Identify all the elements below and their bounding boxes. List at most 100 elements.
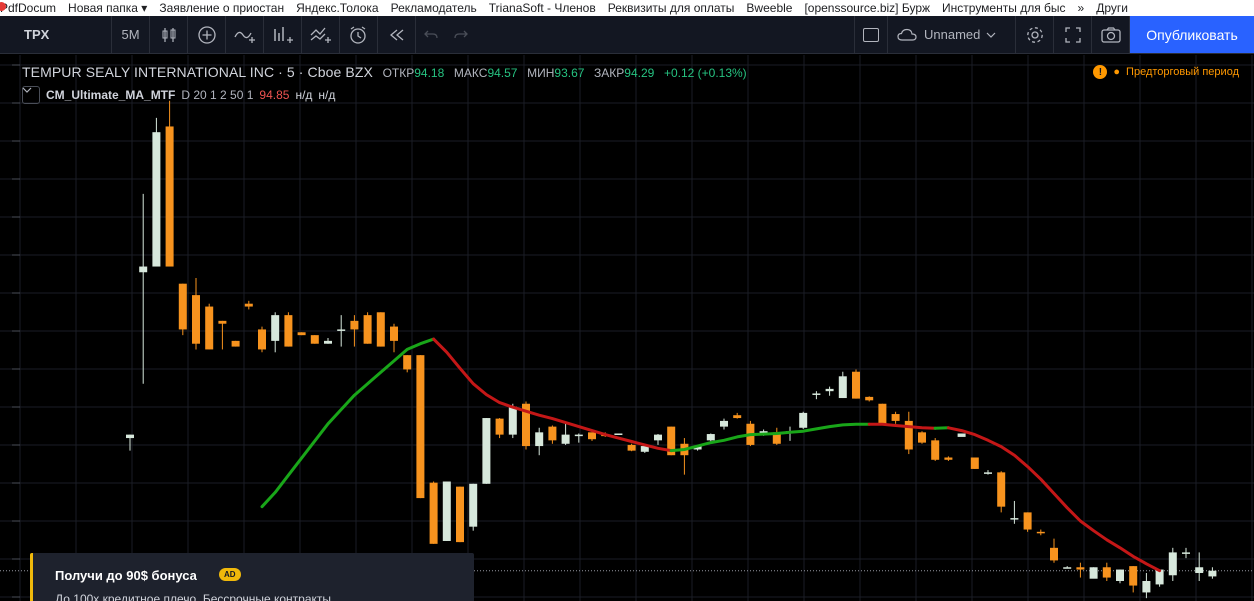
candle-up	[720, 420, 728, 427]
candle-down	[1129, 566, 1138, 586]
candle-down	[165, 126, 174, 267]
indicator-na-1: н/д	[295, 88, 313, 102]
close-value: 94.29	[624, 66, 655, 80]
bookmark-new-folder[interactable]: Новая папка ▾	[62, 0, 153, 16]
ma-line-red	[867, 422, 937, 430]
candle-up	[1063, 567, 1072, 569]
bookmark-yandex-toloka[interactable]: Яндекс.Толока	[290, 0, 385, 16]
candle-up	[126, 434, 134, 439]
gear-icon	[1026, 26, 1043, 43]
candle-down	[1023, 512, 1032, 530]
publish-button[interactable]: Опубликовать	[1130, 16, 1254, 53]
redo-button[interactable]	[446, 16, 476, 53]
exclamation-icon: !	[1093, 65, 1108, 79]
open-value: 94.18	[414, 66, 445, 80]
indicators-button[interactable]	[226, 16, 264, 53]
candle-down	[970, 457, 979, 469]
add-symbol-button[interactable]	[188, 16, 226, 53]
low-label: МИН	[527, 66, 555, 80]
alert-button[interactable]	[340, 16, 378, 53]
layout-button[interactable]	[854, 16, 888, 53]
fullscreen-button[interactable]	[1054, 16, 1092, 53]
bookmark-tools[interactable]: Инструменты для быс	[936, 0, 1072, 16]
bookmark-openssource[interactable]: [openssource.biz] Бурж	[798, 0, 936, 16]
bookmark-pdf[interactable]: PdfDocum	[0, 0, 62, 16]
candle-down	[627, 444, 636, 451]
market-status-dot: ●	[1113, 66, 1121, 78]
symbol-label: TPX	[24, 27, 50, 42]
candle-down	[1050, 547, 1058, 561]
layout-name-dropdown[interactable]: Unnamed	[888, 16, 1016, 53]
candle-down	[548, 426, 557, 441]
compare-button[interactable]	[302, 16, 340, 53]
symbol-search-button[interactable]: TPX	[0, 16, 112, 53]
candle-up	[324, 340, 332, 344]
tradingview-window: PdfDocum Новая папка ▾ Заявление о приос…	[0, 0, 1254, 601]
replay-icon	[389, 29, 403, 40]
bookmarks-overflow-button[interactable]: »	[1072, 0, 1091, 16]
bookmarks-bar: PdfDocum Новая папка ▾ Заявление о приос…	[0, 0, 1254, 16]
cloud-icon	[897, 28, 917, 41]
ma-line-green	[933, 426, 950, 430]
collapse-legend-button[interactable]	[22, 86, 40, 104]
templates-icon	[273, 26, 293, 43]
low-value: 93.67	[554, 66, 585, 80]
bookmark-other[interactable]: Други	[1090, 0, 1134, 16]
candle-up	[139, 266, 148, 273]
candle-up	[838, 376, 847, 399]
snapshot-button[interactable]	[1092, 16, 1130, 53]
candle-up	[1142, 580, 1151, 593]
redo-icon	[454, 30, 468, 38]
candle-down	[918, 432, 926, 443]
chart-toolbar: TPX 5M Unnamed Опубликовать	[0, 16, 1254, 54]
indicator-name[interactable]: CM_Ultimate_MA_MTF	[46, 88, 175, 102]
candle-down	[931, 440, 940, 460]
undo-button[interactable]	[416, 16, 446, 53]
candle-down	[310, 335, 319, 344]
candle-down	[588, 432, 596, 440]
symbol-title[interactable]: TEMPUR SEALY INTERNATIONAL INC · 5 · Cbo…	[22, 64, 373, 80]
candle-down	[205, 306, 214, 350]
bookmark-bweeble[interactable]: Bweeble	[740, 0, 798, 16]
templates-button[interactable]	[264, 16, 302, 53]
candle-down	[363, 315, 372, 344]
layout-square-icon	[863, 27, 879, 42]
settings-button[interactable]	[1016, 16, 1054, 53]
candle-down	[1076, 567, 1085, 570]
candle-up	[654, 434, 662, 441]
fullscreen-icon	[1064, 26, 1081, 43]
camera-icon	[1100, 26, 1121, 43]
candle-down	[944, 457, 953, 460]
bookmark-statement[interactable]: Заявление о приостан	[153, 0, 290, 16]
chart-pane[interactable]: TEMPUR SEALY INTERNATIONAL INC · 5 · Cbo…	[0, 55, 1254, 601]
candle-down	[852, 371, 860, 399]
candle-up	[984, 472, 992, 474]
candle-down	[891, 414, 900, 421]
candle-down	[1036, 531, 1045, 534]
price-chart[interactable]	[0, 55, 1254, 601]
candle-up	[561, 434, 570, 444]
interval-label: 5M	[121, 27, 140, 42]
candle-down	[376, 312, 385, 347]
candle-up	[957, 433, 966, 437]
candle-down	[244, 303, 253, 307]
bookmark-advertiser[interactable]: Рекламодатель	[385, 0, 483, 16]
candle-up	[706, 434, 715, 441]
market-status-label: Предторговый период	[1126, 66, 1239, 78]
promo-banner[interactable]: Получи до 90$ бонуса AD До 100х кредитно…	[30, 553, 474, 601]
promo-title: Получи до 90$ бонуса	[55, 568, 197, 583]
bookmark-trianasoft[interactable]: TrianaSoft - Членов	[483, 0, 602, 16]
chart-type-button[interactable]	[150, 16, 188, 53]
bookmark-payment-details[interactable]: Реквизиты для оплаты	[602, 0, 741, 16]
candle-down	[403, 355, 412, 370]
candle-up	[1182, 552, 1190, 554]
high-label: МАКС	[453, 66, 488, 80]
candle-up	[1089, 567, 1098, 579]
replay-button[interactable]	[378, 16, 416, 53]
interval-button[interactable]: 5M	[112, 16, 150, 53]
candle-up	[1168, 552, 1177, 576]
candle-down	[390, 326, 398, 341]
candle-down	[297, 332, 306, 336]
market-status[interactable]: ! ● Предторговый период	[1093, 65, 1239, 79]
candle-up	[442, 481, 451, 541]
